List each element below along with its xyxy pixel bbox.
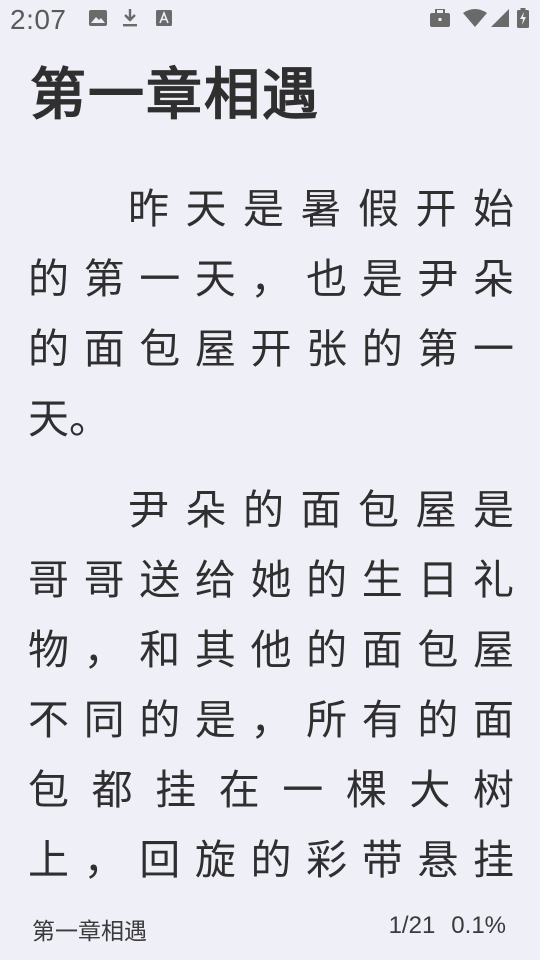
text-line: 的第一天，也是尹朵 (28, 255, 514, 303)
text-a-icon (154, 8, 174, 28)
image-icon (88, 8, 108, 28)
footer-chapter-name: 第一章相遇 (32, 919, 147, 945)
text-line: 上，回旋的彩带悬挂 (28, 836, 514, 884)
footer-progress: 1/21 0.1% (389, 912, 506, 940)
text-line: 天。 (28, 395, 110, 443)
status-time: 2:07 (10, 4, 67, 35)
text-line: 尹朵的面包屋是 (128, 486, 514, 534)
text-line: 物，和其他的面包屋 (28, 626, 514, 674)
text-line: 哥哥送给她的生日礼 (28, 556, 514, 604)
briefcase-icon (430, 8, 450, 28)
chapter-title: 第一章相遇 (30, 63, 320, 128)
signal-icon (490, 8, 510, 28)
paragraph-1: 昨天是暑假开始 的第一天，也是尹朵 的面包屋开张的第一 天。 (28, 174, 514, 454)
battery-charging-icon (516, 8, 530, 28)
text-line: 的面包屋开张的第一 (28, 325, 514, 373)
text-line: 不同的是，所有的面 (28, 696, 514, 744)
page-indicator: 1/21 (388, 912, 436, 939)
text-line: 包都挂在一棵大树 (28, 766, 514, 814)
download-icon (120, 8, 140, 28)
status-bar: 2:07 (0, 0, 540, 44)
paragraph-2: 尹朵的面包屋是 哥哥送给她的生日礼 物，和其他的面包屋 不同的是，所有的面 包都… (28, 475, 514, 895)
text-line: 昨天是暑假开始 (128, 185, 514, 233)
percent-indicator: 0.1% (451, 912, 506, 939)
wifi-icon (463, 8, 487, 28)
